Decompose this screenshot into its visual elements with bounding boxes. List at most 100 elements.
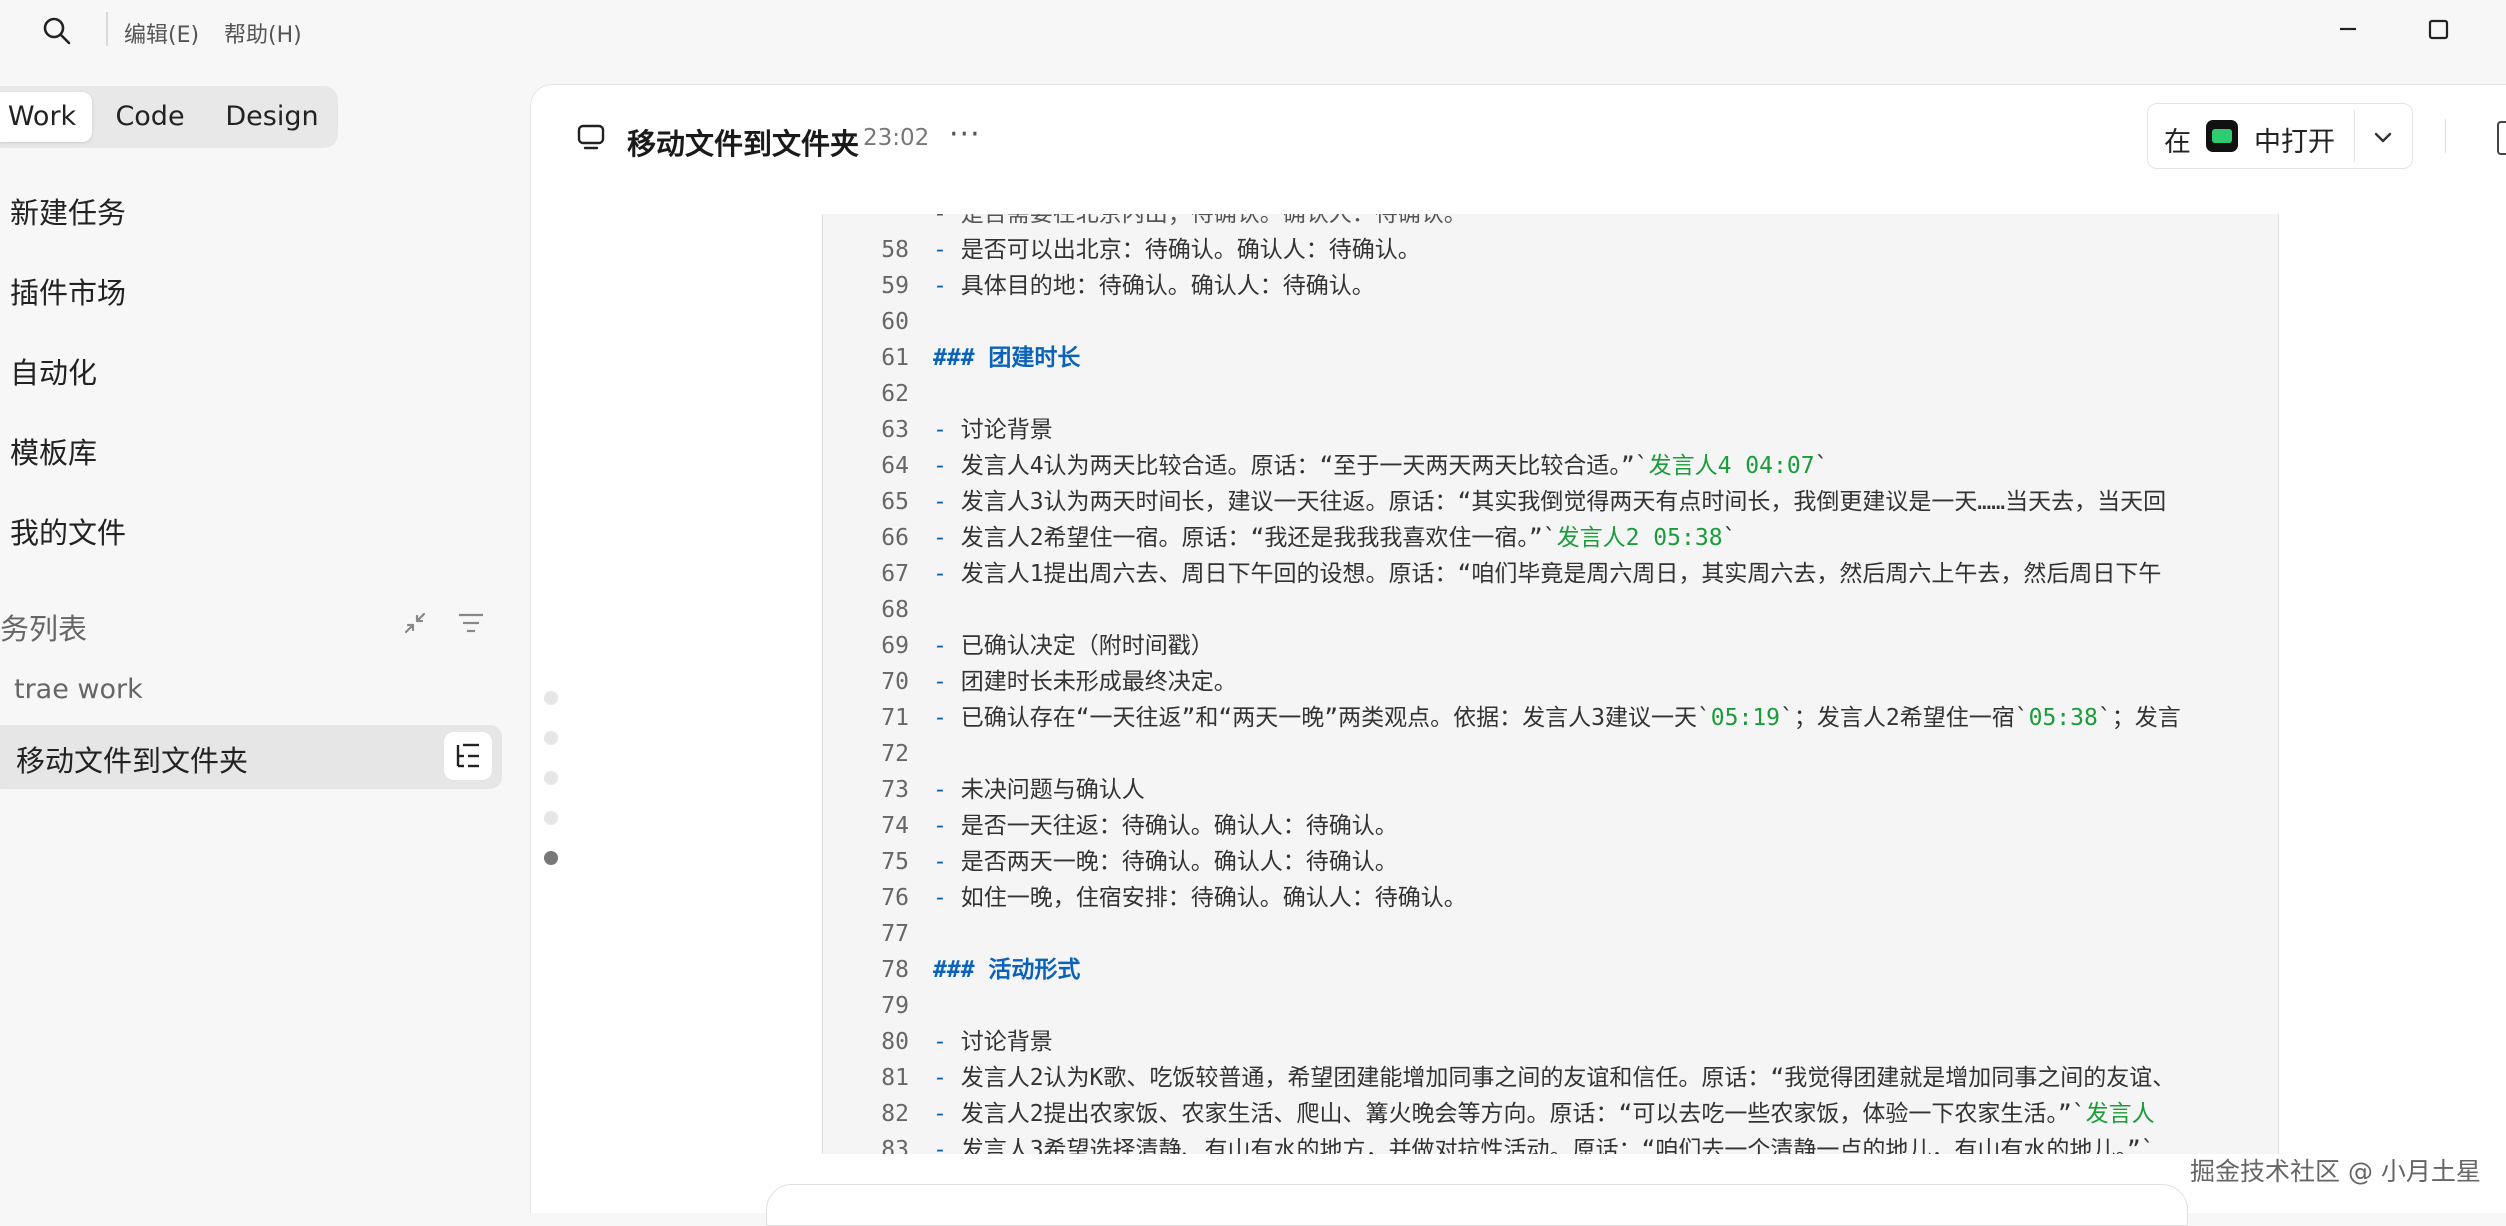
line-text: - 已确认决定（附时间戳） <box>933 633 1214 659</box>
task-item-label: 移动文件到文件夹 <box>16 744 249 778</box>
code-line-partial: - 是否需要在北京内出；待确认。确认人：待确认。 <box>933 214 1467 227</box>
code-line: 68 <box>823 592 2278 628</box>
code-line: 70 - 团建时长未形成最终决定。 <box>823 664 2278 700</box>
chat-icon <box>577 124 605 150</box>
code-line: 69 - 已确认决定（附时间戳） <box>823 628 2278 664</box>
scroll-dot-3[interactable] <box>544 771 558 785</box>
line-number: 75 <box>881 849 909 875</box>
line-number: 78 <box>881 957 909 983</box>
titlebar-divider <box>106 12 108 46</box>
chat-input-box[interactable] <box>766 1184 2188 1226</box>
line-text: - 具体目的地：待确认。确认人：待确认。 <box>933 273 1375 299</box>
scroll-dot-1[interactable] <box>544 691 558 705</box>
line-number: 74 <box>881 813 909 839</box>
chevron-down-icon[interactable] <box>2370 124 2396 150</box>
line-number: 58 <box>881 237 909 263</box>
line-text: - 是否一天往返：待确认。确认人：待确认。 <box>933 813 1398 839</box>
code-line: 77 <box>823 916 2278 952</box>
code-line: 73 - 未决问题与确认人 <box>823 772 2278 808</box>
more-options-button[interactable]: ··· <box>949 117 981 152</box>
tab-work[interactable]: Work <box>0 92 92 142</box>
code-line: 61 ### 团建时长 <box>823 340 2278 376</box>
open-in-button[interactable]: 在 中打开 <box>2147 103 2413 169</box>
code-line: 79 <box>823 988 2278 1024</box>
code-line: 81 - 发言人2认为K歌、吃饭较普通，希望团建能增加同事之间的友谊和信任。原话… <box>823 1060 2278 1096</box>
line-text: - 发言人1提出周六去、周日下午回的设想。原话：“咱们毕竟是周六周日，其实周六去… <box>933 561 2162 587</box>
tab-design[interactable]: Design <box>208 92 336 142</box>
line-text: - 如住一晚，住宿安排：待确认。确认人：待确认。 <box>933 885 1467 911</box>
task-outline-button[interactable] <box>444 732 492 780</box>
title-bar: 编辑(E) 帮助(H) <box>0 0 2506 60</box>
line-number: 66 <box>881 525 909 551</box>
code-line: 58 - 是否可以出北京：待确认。确认人：待确认。 <box>823 232 2278 268</box>
line-number: 62 <box>881 381 909 407</box>
menu-edit[interactable]: 编辑(E) <box>124 17 199 49</box>
nav-new-task[interactable]: 新建任务 <box>10 190 126 232</box>
line-text: - 讨论背景 <box>933 417 1053 443</box>
code-line: 60 <box>823 304 2278 340</box>
code-viewer: - 是否需要在北京内出；待确认。确认人：待确认。 58 - 是否可以出北京：待确… <box>822 214 2279 1154</box>
line-text: - 发言人2希望住一宿。原话：“我还是我我我喜欢住一宿。”`发言人2 05:38… <box>933 525 1737 551</box>
nav-automation[interactable]: 自动化 <box>10 350 97 392</box>
collapse-icon[interactable] <box>398 606 432 640</box>
task-group-label[interactable]: trae work <box>14 674 143 705</box>
scroll-dot-5-active[interactable] <box>544 851 558 865</box>
open-in-label: 中打开 <box>2254 127 2335 158</box>
task-item-active[interactable]: 移动文件到文件夹 <box>0 725 502 789</box>
code-line: 71 - 已确认存在“一天往返”和“两天一晚”两类观点。依据：发言人3建议一天`… <box>823 700 2278 736</box>
code-line: 78 ### 活动形式 <box>823 952 2278 988</box>
line-text: - 是否两天一晚：待确认。确认人：待确认。 <box>933 849 1398 875</box>
line-number: 67 <box>881 561 909 587</box>
code-line: 63 - 讨论背景 <box>823 412 2278 448</box>
line-text: - 未决问题与确认人 <box>933 777 1145 803</box>
line-text: - 团建时长未形成最终决定。 <box>933 669 1237 695</box>
open-in-prefix: 在 <box>2164 127 2191 158</box>
line-text: - 发言人2提出农家饭、农家生活、爬山、篝火晚会等方向。原话：“可以去吃一些农家… <box>933 1101 2155 1127</box>
filter-icon[interactable] <box>454 606 488 640</box>
sidebar: Work Code Design 新建任务 插件市场 自动化 模板库 我的文件 … <box>0 60 530 1212</box>
line-number: 69 <box>881 633 909 659</box>
code-line: 74 - 是否一天往返：待确认。确认人：待确认。 <box>823 808 2278 844</box>
tab-code[interactable]: Code <box>94 92 206 142</box>
line-number: 76 <box>881 885 909 911</box>
code-line: 75 - 是否两天一晚：待确认。确认人：待确认。 <box>823 844 2278 880</box>
scroll-dot-2[interactable] <box>544 731 558 745</box>
code-line: 76 - 如住一晚，住宿安排：待确认。确认人：待确认。 <box>823 880 2278 916</box>
line-number: 64 <box>881 453 909 479</box>
search-icon[interactable] <box>40 14 74 48</box>
code-line: 80 - 讨论背景 <box>823 1024 2278 1060</box>
nav-my-files[interactable]: 我的文件 <box>10 510 126 552</box>
mode-tabs: Work Code Design <box>0 86 338 148</box>
terminal-app-icon <box>2206 120 2238 152</box>
line-number: 68 <box>881 597 909 623</box>
code-line: 82 - 发言人2提出农家饭、农家生活、爬山、篝火晚会等方向。原话：“可以去吃一… <box>823 1096 2278 1132</box>
code-line: 64 - 发言人4认为两天比较合适。原话：“至于一天两天两天比较合适。”`发言人… <box>823 448 2278 484</box>
line-number: 70 <box>881 669 909 695</box>
line-text: ### 团建时长 <box>933 345 1081 371</box>
line-text: - 发言人4认为两天比较合适。原话：“至于一天两天两天比较合适。”`发言人4 0… <box>933 453 1829 479</box>
scroll-dot-4[interactable] <box>544 811 558 825</box>
code-line: 65 - 发言人3认为两天时间长，建议一天往返。原话：“其实我倒觉得两天有点时间… <box>823 484 2278 520</box>
timestamp: 23:02 <box>863 125 930 151</box>
maximize-icon[interactable] <box>2418 12 2458 46</box>
list-tree-icon <box>456 743 479 768</box>
line-text: - 是否可以出北京：待确认。确认人：待确认。 <box>933 237 1421 263</box>
line-number: 61 <box>881 345 909 371</box>
line-text: ### 活动形式 <box>933 957 1081 983</box>
code-line: 66 - 发言人2希望住一宿。原话：“我还是我我我喜欢住一宿。”`发言人2 05… <box>823 520 2278 556</box>
line-number: 83 <box>881 1137 909 1154</box>
line-text: - 讨论背景 <box>933 1029 1053 1055</box>
line-number: 71 <box>881 705 909 731</box>
line-number: 63 <box>881 417 909 443</box>
code-line: 59 - 具体目的地：待确认。确认人：待确认。 <box>823 268 2278 304</box>
minimize-icon[interactable] <box>2328 12 2368 46</box>
task-list-title: 务列表 <box>0 612 88 646</box>
line-text: - 发言人2认为K歌、吃饭较普通，希望团建能增加同事之间的友谊和信任。原话：“我… <box>933 1065 2176 1091</box>
line-number: 80 <box>881 1029 909 1055</box>
menu-help[interactable]: 帮助(H) <box>224 17 302 49</box>
nav-template-library[interactable]: 模板库 <box>10 430 97 472</box>
panel-toggle-icon[interactable] <box>2497 121 2506 155</box>
line-number: 72 <box>881 741 909 767</box>
nav-plugin-market[interactable]: 插件市场 <box>10 270 126 312</box>
code-line: 62 <box>823 376 2278 412</box>
